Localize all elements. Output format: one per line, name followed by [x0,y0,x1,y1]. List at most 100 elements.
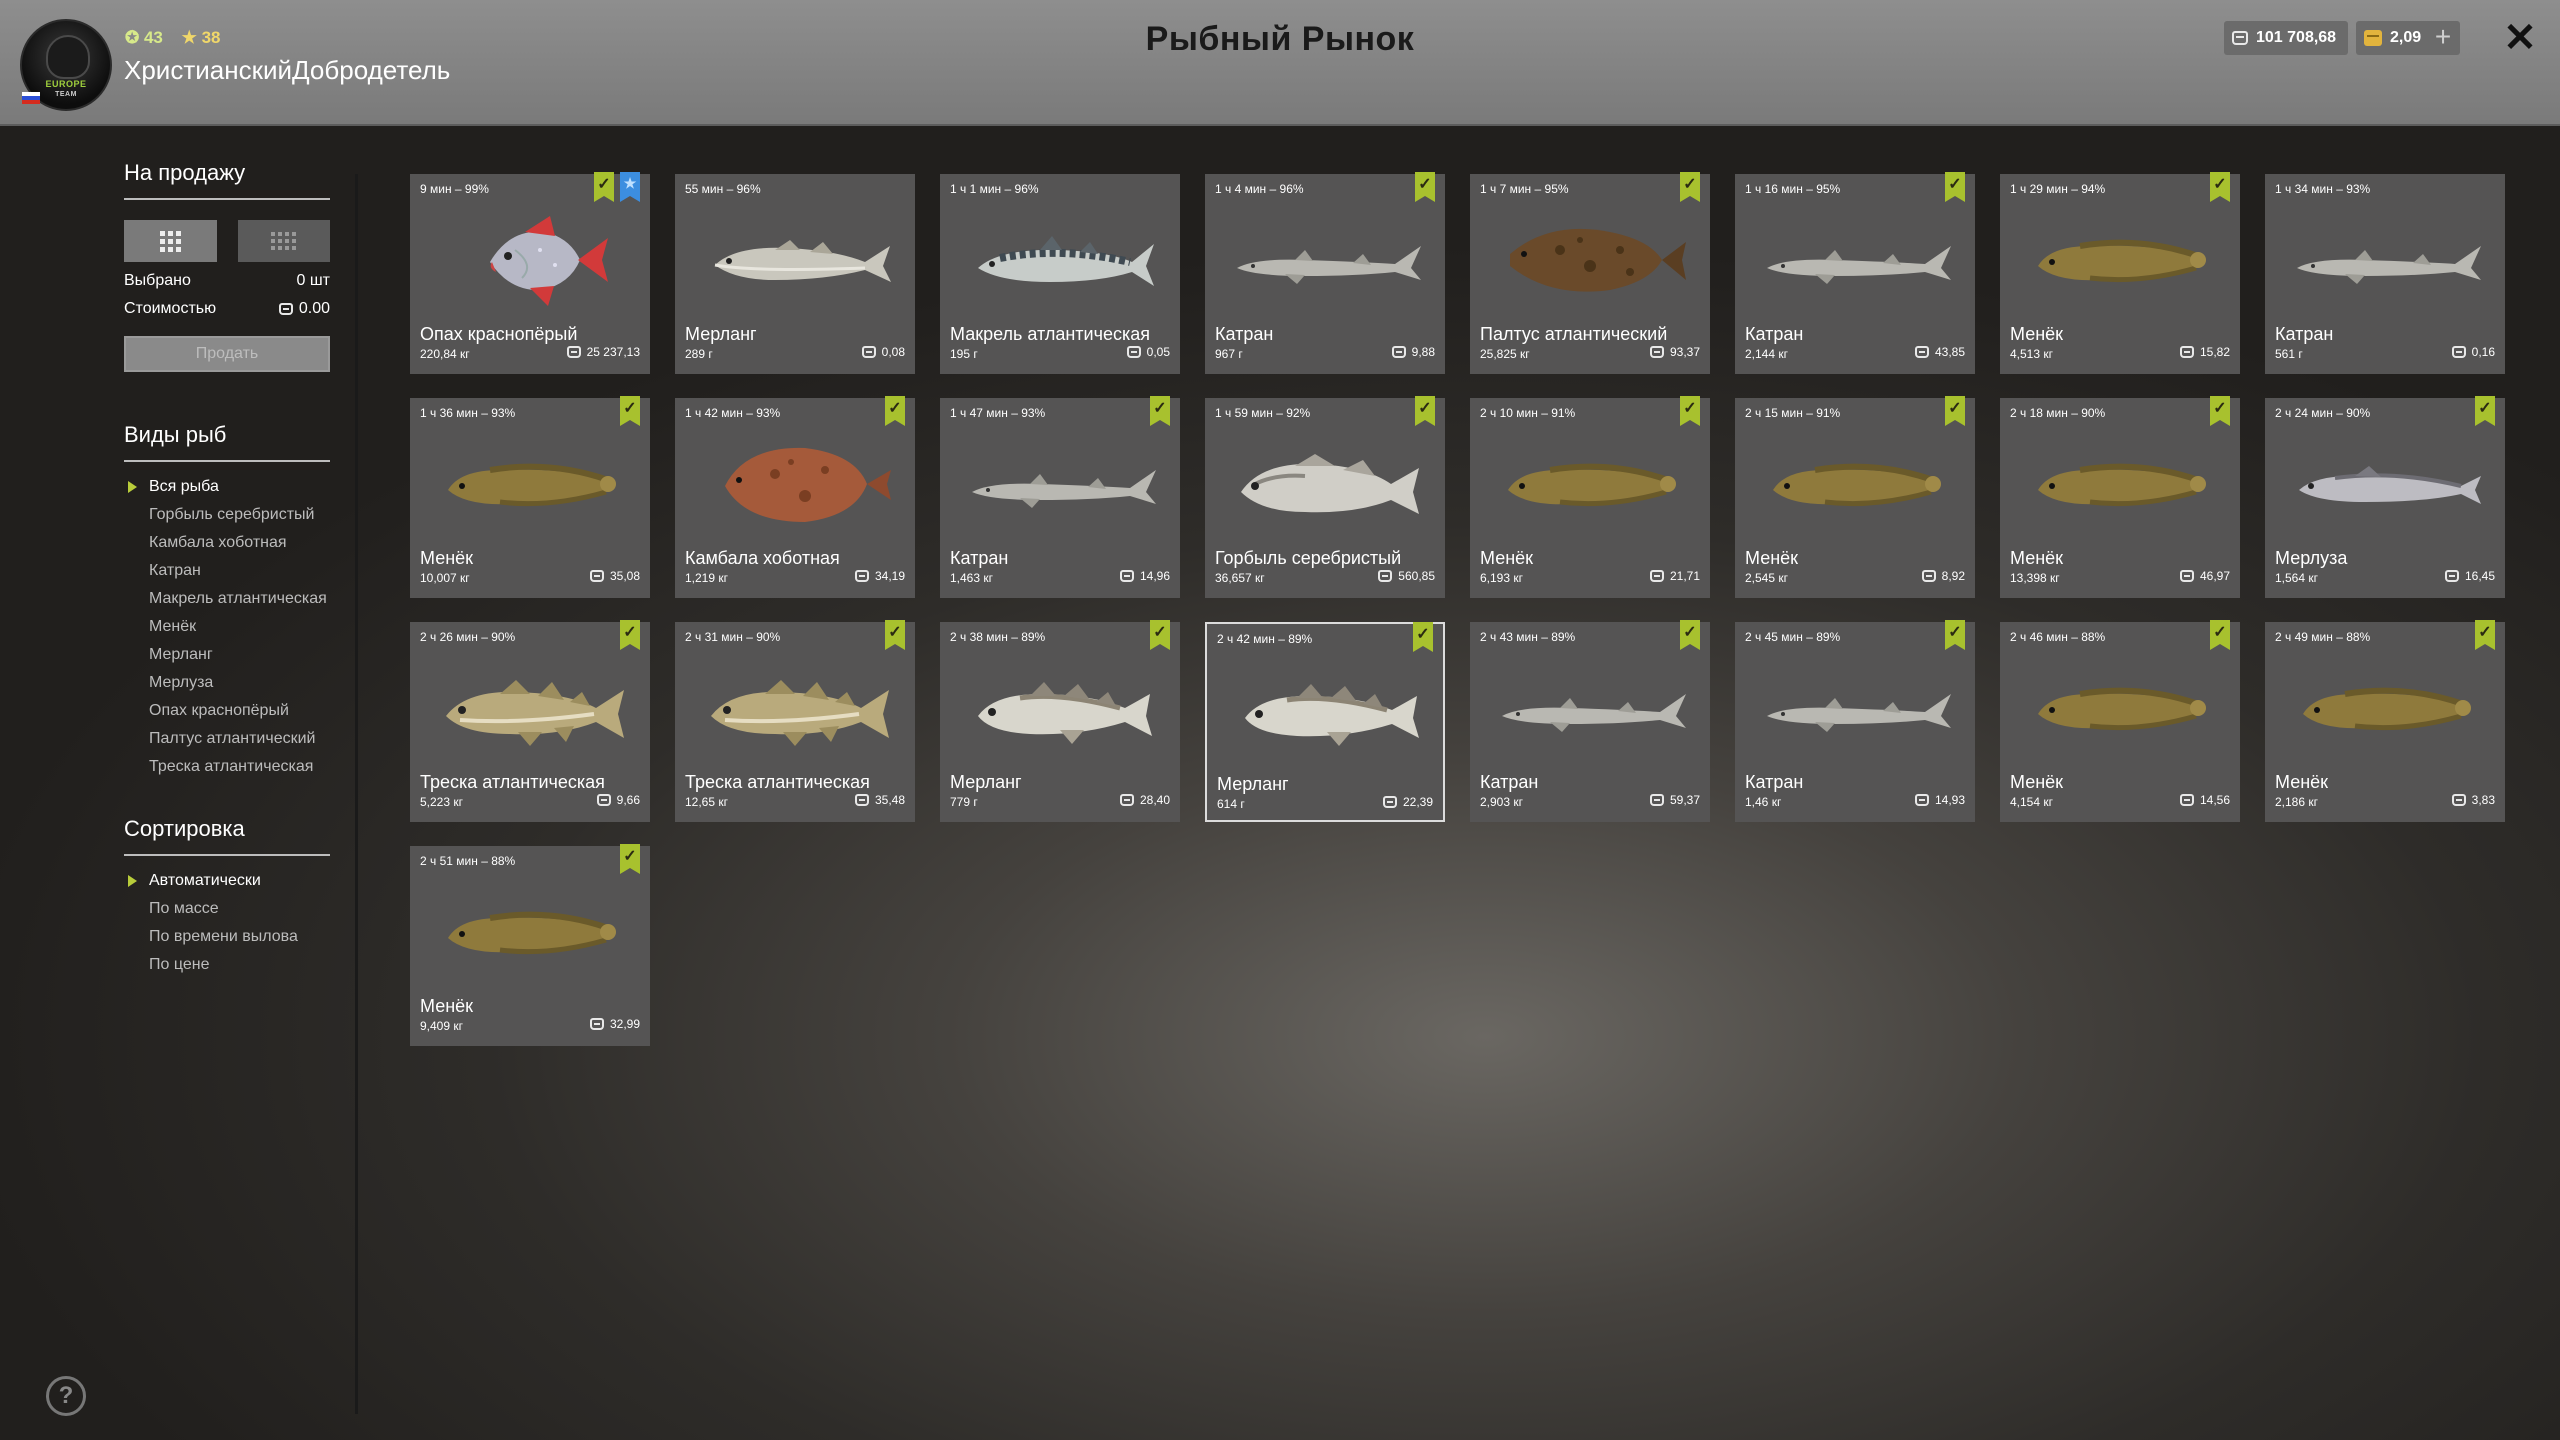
fish-card[interactable]: 1 ч 47 мин – 93% Катран 1,463 кг 14,96 [940,396,1180,598]
fish-card[interactable]: 55 мин – 96% Мерланг 289 г 0,08 [675,174,915,374]
fish-price: 43,85 [1914,345,1965,359]
species-filter-item[interactable]: Вся рыба [124,478,330,496]
sellable-check-icon [1415,396,1435,426]
silver-coin-icon [566,346,581,358]
fish-name: Мерланг [1217,774,1289,794]
sell-button[interactable]: Продать [124,336,330,372]
sidebar-divider [355,174,358,1414]
fish-price-value: 35,08 [609,569,640,583]
fish-card[interactable]: 2 ч 24 мин – 90% Мерлуза 1,564 кг 16,45 [2265,396,2505,598]
fish-card[interactable]: 1 ч 16 мин – 95% Катран 2,144 кг 43,85 [1735,172,1975,374]
fish-card[interactable]: 1 ч 7 мин – 95% Палтус атлантический 25,8… [1470,172,1710,374]
fish-card[interactable]: 2 ч 46 мин – 88% Менёк 4,154 кг 14,56 [2000,620,2240,822]
catch-time: 1 ч 29 мин – 94% [2010,182,2106,196]
fish-card[interactable]: 2 ч 51 мин – 88% Менёк 9,409 кг 32,99 [410,844,650,1046]
fish-card[interactable]: 9 мин – 99% Опах краснопёрый 220,84 кг 25 … [410,172,650,374]
silver-coin-icon [589,1018,604,1030]
fish-card[interactable]: 2 ч 18 мин – 90% Менёк 13,398 кг 46,97 [2000,396,2240,598]
fish-card[interactable]: 2 ч 15 мин – 91% Менёк 2,545 кг 8,92 [1735,396,1975,598]
sellable-check-icon [2475,620,2495,650]
species-filter-item[interactable]: Опах краснопёрый [124,702,330,720]
fish-card[interactable]: 1 ч 34 мин – 93% Катран 561 г 0,16 [2265,174,2505,374]
fish-card[interactable]: 1 ч 4 мин – 96% Катран 967 г 9,88 [1205,172,1445,374]
silver-coin-icon [854,794,869,806]
species-filter-item[interactable]: Треска атлантическая [124,758,330,776]
fish-whiting-icon [695,210,895,310]
fish-name: Менёк [2275,772,2329,792]
silver-coin-icon [278,303,293,315]
fish-tusk-icon [1755,434,1955,534]
fish-card[interactable]: 2 ч 38 мин – 89% Мерланг 779 г 28,40 [940,620,1180,822]
fish-price-value: 9,66 [616,793,640,807]
species-filter-item[interactable]: Мерлуза [124,674,330,692]
sellable-check-icon [2210,620,2230,650]
catch-time: 1 ч 4 мин – 96% [1215,182,1304,196]
fish-price-value: 93,37 [1669,345,1700,359]
fish-card[interactable]: 1 ч 1 мин – 96% Макрель атлантическая 195… [940,174,1180,374]
species-filter-item[interactable]: Катран [124,562,330,580]
help-icon[interactable]: ? [46,1376,86,1416]
fish-card[interactable]: 1 ч 36 мин – 93% Менёк 10,007 кг 35,08 [410,396,650,598]
silver-coin-icon [1391,346,1406,358]
fish-weight: 289 г [685,347,713,361]
fish-name: Мерланг [950,772,1022,792]
sort-option-item[interactable]: Автоматически [124,872,330,890]
catch-time: 2 ч 38 мин – 89% [950,630,1046,644]
fish-card[interactable]: 1 ч 29 мин – 94% Менёк 4,513 кг 15,82 [2000,172,2240,374]
fish-price-value: 3,83 [2471,793,2495,807]
selected-count-row: Выбрано 0 шт [124,272,330,290]
fish-price-value: 21,71 [1669,569,1700,583]
sellable-check-icon [1945,396,1965,426]
fish-card[interactable]: 2 ч 43 мин – 89% Катран 2,903 кг 59,37 [1470,620,1710,822]
species-filter-item[interactable]: Палтус атлантический [124,730,330,748]
fish-weight: 2,545 кг [1745,571,1788,585]
add-gold-button[interactable]: + [2426,21,2460,55]
species-filter-item[interactable]: Мерланг [124,646,330,664]
species-list: Вся рыба Горбыль серебристый Камбала хобот… [124,478,330,776]
species-filter-item[interactable]: Горбыль серебристый [124,506,330,524]
fish-price-value: 14,96 [1139,569,1170,583]
sort-option-item[interactable]: По массе [124,900,330,918]
fish-name: Мерланг [685,324,757,344]
fish-tusk-icon [2020,658,2220,758]
fish-whiting2-icon [1227,660,1427,760]
fish-weight: 6,193 кг [1480,571,1523,585]
species-filter-item[interactable]: Менёк [124,618,330,636]
fish-weight: 2,144 кг [1745,347,1788,361]
fish-price: 59,37 [1649,793,1700,807]
fish-price-value: 46,97 [2199,569,2230,583]
species-filter-item[interactable]: Камбала хоботная [124,534,330,552]
fish-price-value: 35,48 [874,793,905,807]
fish-card[interactable]: 2 ч 49 мин – 88% Менёк 2,186 кг 3,83 [2265,620,2505,822]
sort-option-item[interactable]: По времени вылова [124,928,330,946]
silver-coin-icon [2232,31,2248,45]
fish-card[interactable]: 1 ч 42 мин – 93% Камбала хоботная 1,219 к… [675,396,915,598]
fish-card[interactable]: 2 ч 45 мин – 89% Катран 1,46 кг 14,93 [1735,620,1975,822]
top-bar: EUROPE TEAM ✪ 43 ★ 38 ХристианскийДоброд… [0,0,2560,126]
fish-price: 14,96 [1119,569,1170,583]
fish-price-value: 16,45 [2464,569,2495,583]
species-filter-item[interactable]: Макрель атлантическая [124,590,330,608]
fish-card[interactable]: 2 ч 26 мин – 90% Треска атлантическая 5,2… [410,620,650,822]
fish-name: Катран [1745,772,1804,792]
fish-price: 8,92 [1921,569,1965,583]
close-icon[interactable]: ✕ [2500,18,2540,58]
fish-weight: 4,154 кг [2010,795,2053,809]
large-grid-view-button[interactable] [124,220,217,262]
silver-coin-icon [2179,570,2194,582]
fish-card[interactable]: 1 ч 59 мин – 92% Горбыль серебристый 36,6… [1205,396,1445,598]
small-grid-view-button[interactable] [237,220,330,262]
fish-card[interactable]: 2 ч 31 мин – 90% Треска атлантическая 12,… [675,620,915,822]
fish-card[interactable]: 2 ч 10 мин – 91% Менёк 6,193 кг 21,71 [1470,396,1710,598]
sort-heading: Сортировка [124,816,330,856]
fish-card[interactable]: 2 ч 42 мин – 89% Мерланг 614 г 22,39 [1205,622,1445,822]
sellable-check-icon [620,396,640,426]
sort-option-item[interactable]: По цене [124,956,330,974]
fish-price: 21,71 [1649,569,1700,583]
fish-price-value: 14,93 [1934,793,1965,807]
cost-row: Стоимостью 0.00 [124,300,330,318]
fish-price-value: 22,39 [1402,795,1433,809]
fish-halibut-icon [1490,210,1690,310]
silver-coin-icon [1649,570,1664,582]
fish-price: 35,08 [589,569,640,583]
